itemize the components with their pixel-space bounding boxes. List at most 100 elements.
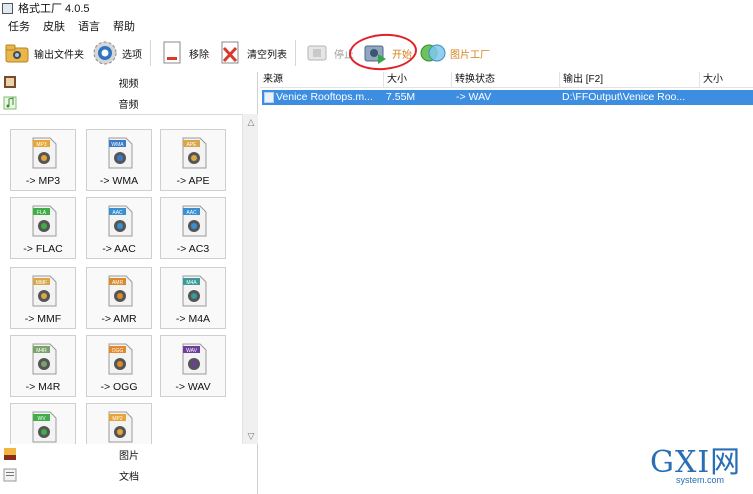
format-badge: MMF xyxy=(36,280,47,286)
film-icon xyxy=(4,76,16,88)
category-picture[interactable]: 图片 xyxy=(0,444,258,465)
format-tile-label: -> FLAC xyxy=(23,243,63,255)
format-badge: M4A xyxy=(186,280,197,286)
toolbar-separator xyxy=(295,40,296,66)
format-document-icon: M4R xyxy=(32,343,57,375)
format-tile-label: -> MP3 xyxy=(25,175,61,187)
folder-camera-icon xyxy=(4,40,30,66)
format-badge: WV xyxy=(37,416,46,422)
column-output[interactable]: 输出 [F2] xyxy=(560,72,700,88)
menu-help[interactable]: 帮助 xyxy=(113,18,135,34)
menu-bar: 任务 皮肤 语言 帮助 xyxy=(0,18,148,34)
picture-icon xyxy=(4,448,16,460)
output-folder-label: 输出文件夹 xyxy=(34,49,84,61)
format-badge: APE xyxy=(186,142,197,148)
format-document-icon: MP3 xyxy=(32,137,57,169)
format-document-icon: MP2 xyxy=(108,411,133,443)
format-tile[interactable]: OGG -> OGG xyxy=(86,335,152,397)
picture-factory-button[interactable]: 图片工厂 xyxy=(420,38,490,68)
format-tile[interactable]: WAV -> WAV xyxy=(160,335,226,397)
menu-skin[interactable]: 皮肤 xyxy=(43,18,65,34)
format-tile[interactable]: APE -> APE xyxy=(160,129,226,191)
stop-icon xyxy=(304,40,330,66)
format-tile[interactable]: AAC -> AC3 xyxy=(160,197,226,259)
watermark-logo: GXI网 system.com xyxy=(650,448,750,492)
format-tile-label: -> WMA xyxy=(99,175,139,187)
format-tiles: MP3 -> MP3 WMA -> WMA APE -> APE FLA -> FLAC AAC… xyxy=(0,114,242,444)
menu-language[interactable]: 语言 xyxy=(78,18,100,34)
picture-factory-label: 图片工厂 xyxy=(450,49,490,61)
format-tile[interactable]: AMR -> AMR xyxy=(86,267,152,329)
window-title: 格式工厂 4.0.5 xyxy=(18,3,90,15)
format-tile[interactable]: M4A -> M4A xyxy=(160,267,226,329)
format-badge: OGG xyxy=(112,348,124,354)
remove-button[interactable]: 移除 xyxy=(159,38,209,68)
column-output-size[interactable]: 大小 xyxy=(700,72,753,88)
picture-factory-icon xyxy=(420,40,446,66)
app-icon xyxy=(2,2,13,14)
format-document-icon: OGG xyxy=(108,343,133,375)
format-badge: FLA xyxy=(37,210,47,216)
format-badge: MP2 xyxy=(112,416,123,422)
vertical-scrollbar[interactable]: △ ▽ xyxy=(242,114,258,444)
format-document-icon: WMA xyxy=(108,137,133,169)
remove-label: 移除 xyxy=(189,49,209,61)
row-output-size xyxy=(702,90,752,105)
format-badge: WMA xyxy=(111,142,124,148)
toolbar-separator xyxy=(150,40,151,66)
format-document-icon: AMR xyxy=(108,275,133,307)
format-tile-label: -> AMR xyxy=(101,313,137,325)
format-tile[interactable]: FLA -> FLAC xyxy=(10,197,76,259)
format-tile-label: -> M4R xyxy=(25,381,61,393)
format-document-icon: M4A xyxy=(182,275,207,307)
format-tile[interactable]: AAC -> AAC xyxy=(86,197,152,259)
audio-file-icon xyxy=(264,92,274,103)
row-status: -> WAV xyxy=(456,91,492,103)
stop-button[interactable]: 停止 xyxy=(304,38,354,68)
task-list: 来源 大小 转换状态 输出 [F2] 大小 Venice Rooftops.m.… xyxy=(260,72,753,494)
category-panel: 视频 音频 MP3 -> MP3 WMA -> WMA APE -> APE FLA -> F… xyxy=(0,72,258,494)
row-size: 7.55M xyxy=(386,91,416,103)
format-tile[interactable]: M4R -> M4R xyxy=(10,335,76,397)
scroll-down-icon[interactable]: ▽ xyxy=(246,431,256,441)
menu-task[interactable]: 任务 xyxy=(8,18,30,34)
output-folder-button[interactable]: 输出文件夹 xyxy=(4,38,84,68)
format-tile-label: -> M4A xyxy=(175,313,211,325)
clear-list-label: 清空列表 xyxy=(247,49,287,61)
format-tile-label: -> APE xyxy=(176,175,210,187)
format-badge: WAV xyxy=(186,348,197,354)
column-source[interactable]: 来源 xyxy=(260,72,384,88)
scroll-up-icon[interactable]: △ xyxy=(246,117,256,127)
format-tile[interactable]: WV-> WavPack xyxy=(10,403,76,444)
watermark-text: GXI网 xyxy=(650,445,742,480)
column-status[interactable]: 转换状态 xyxy=(452,72,560,88)
format-tile[interactable]: MMF -> MMF xyxy=(10,267,76,329)
options-button[interactable]: 选项 xyxy=(92,38,142,68)
category-video-label: 视频 xyxy=(118,79,139,90)
audio-format-grid: MP3 -> MP3 WMA -> WMA APE -> APE FLA -> FLAC AAC… xyxy=(0,114,258,444)
category-document[interactable]: 文档 xyxy=(0,465,258,486)
table-row[interactable]: Venice Rooftops.m... 7.55M -> WAV D:\FFO… xyxy=(262,90,753,105)
row-output: D:\FFOutput\Venice Roo... xyxy=(562,91,686,103)
clear-list-icon xyxy=(217,40,243,66)
format-badge: MP3 xyxy=(36,142,47,148)
format-document-icon: APE xyxy=(182,137,207,169)
music-icon xyxy=(3,96,17,110)
bottom-categories: 图片 文档 xyxy=(0,444,258,486)
row-source: Venice Rooftops.m... xyxy=(276,91,373,103)
format-tile-label: -> AAC xyxy=(102,243,136,255)
category-audio[interactable]: 音频 xyxy=(0,93,257,114)
format-tile[interactable]: MP3 -> MP3 xyxy=(10,129,76,191)
column-size[interactable]: 大小 xyxy=(384,72,452,88)
list-header: 来源 大小 转换状态 输出 [F2] 大小 xyxy=(260,72,753,88)
format-tile-label: -> AC3 xyxy=(176,243,210,255)
format-badge: AMR xyxy=(112,280,124,286)
title-bar: 格式工厂 4.0.5 xyxy=(0,0,753,16)
category-video[interactable]: 视频 xyxy=(0,72,257,93)
options-label: 选项 xyxy=(122,49,142,61)
format-tile[interactable]: MP2-> MP2 xyxy=(86,403,152,444)
clear-list-button[interactable]: 清空列表 xyxy=(217,38,287,68)
category-document-label: 文档 xyxy=(119,472,139,483)
gear-icon xyxy=(92,40,118,66)
format-tile[interactable]: WMA -> WMA xyxy=(86,129,152,191)
